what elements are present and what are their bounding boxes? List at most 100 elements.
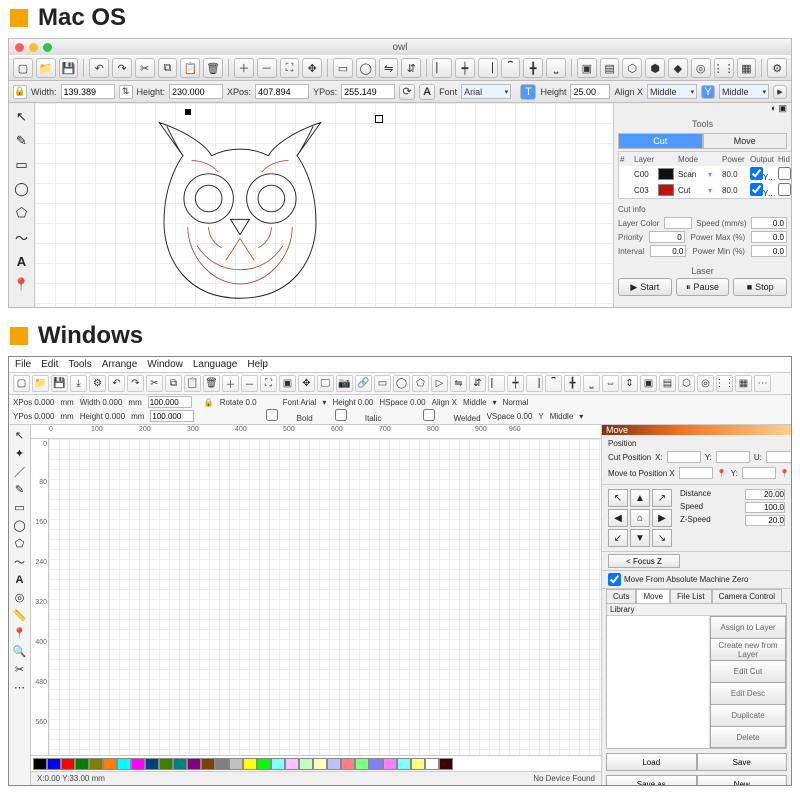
edit-desc-button[interactable]: Edit Desc [710,682,786,704]
aligny-icon[interactable]: Y [701,85,715,99]
nest-icon[interactable]: ▦ [735,375,752,392]
jog-se-icon[interactable]: ↘ [652,529,672,547]
panel-expand-icon[interactable]: ▣ [778,103,787,117]
settings-icon[interactable]: ⚙ [767,58,787,78]
menu-window[interactable]: Window [147,359,183,370]
draw-box-icon[interactable]: ▭ [333,58,353,78]
new-icon[interactable]: ▢ [13,375,30,392]
ungroup-icon[interactable]: ▤ [600,58,620,78]
rotate-icon[interactable]: ⟳ [399,84,415,100]
jog-speed-input[interactable] [745,502,785,513]
array-icon[interactable]: ⋮⋮ [714,58,734,78]
canvas[interactable] [35,103,613,307]
palette-swatch[interactable] [285,758,299,770]
moveto-x-input[interactable] [679,467,713,479]
mirror-v-icon[interactable]: ⇵ [469,375,486,392]
font-select[interactable]: Arial [461,84,511,99]
assign-layer-button[interactable]: Assign to Layer [710,616,786,638]
jog-sw-icon[interactable]: ↙ [608,529,628,547]
absolute-zero-check[interactable] [608,573,621,586]
node-tool-icon[interactable]: ✦ [11,445,28,462]
text-height-icon[interactable]: T [520,84,536,100]
polygon-tool-icon[interactable]: ⬠ [12,203,32,223]
marker-tool-icon[interactable]: 📍 [12,275,32,295]
palette-swatch[interactable] [173,758,187,770]
offset-icon[interactable]: ◎ [691,58,711,78]
bool-intersect-icon[interactable]: ◆ [668,58,688,78]
pause-button[interactable]: ⏸Pause [676,278,730,296]
width-input[interactable] [61,84,115,99]
rect-tool-icon[interactable]: ▭ [12,155,32,175]
zoom-out-icon[interactable]: － [257,58,277,78]
pen-tool-icon[interactable]: ✎ [11,481,28,498]
align-right-icon[interactable]: ⎹ [478,58,498,78]
palette-swatch[interactable] [229,758,243,770]
copy-icon[interactable]: ⧉ [158,58,178,78]
jog-down-icon[interactable]: ▼ [630,529,650,547]
palette-swatch[interactable] [61,758,75,770]
focus-button[interactable]: < Focus Z [608,554,680,568]
palette-swatch[interactable] [75,758,89,770]
palette-swatch[interactable] [117,758,131,770]
aligny-select[interactable]: Middle [719,84,769,99]
save-icon[interactable]: 💾 [51,375,68,392]
layer-color-box[interactable] [664,217,692,229]
palette-swatch[interactable] [299,758,313,770]
stop-button[interactable]: ■Stop [733,278,787,296]
mirror-h-icon[interactable]: ⇋ [379,58,399,78]
pen-tool-icon[interactable]: ✎ [12,131,32,151]
palette-swatch[interactable] [47,758,61,770]
xpos-input[interactable] [255,84,309,99]
measure-tool-icon[interactable]: 📏 [11,607,28,624]
more-tool-icon[interactable]: ⋯ [11,679,28,696]
moveto-y-input[interactable] [742,467,776,479]
jog-right-icon[interactable]: ▶ [652,509,672,527]
camera-icon[interactable]: 📷 [336,375,353,392]
layer-mode[interactable]: Cut [678,186,690,195]
bold-check[interactable] [250,409,294,421]
tab-camera[interactable]: Camera Control [712,589,782,603]
draw-circle-icon[interactable]: ◯ [393,375,410,392]
scale-input[interactable] [148,396,192,408]
crop-tool-icon[interactable]: ✂ [11,661,28,678]
bool-subtract-icon[interactable]: ⬢ [645,58,665,78]
palette-swatch[interactable] [355,758,369,770]
cut-icon[interactable]: ✂ [146,375,163,392]
undo-icon[interactable]: ↶ [89,58,109,78]
grid-icon[interactable]: ▦ [737,58,757,78]
layer-row[interactable]: C00 Scan ▾ 80.0 Yes [619,166,791,182]
menu-language[interactable]: Language [193,359,238,370]
palette-swatch[interactable] [271,758,285,770]
undo-icon[interactable]: ↶ [108,375,125,392]
normal-label[interactable]: Normal [503,398,529,407]
draw-rect-icon[interactable]: ▭ [374,375,391,392]
draw-poly-icon[interactable]: ⬠ [412,375,429,392]
paste-icon[interactable]: 📋 [180,58,200,78]
align-center-icon[interactable]: ┿ [507,375,524,392]
load-button[interactable]: Load [606,753,697,771]
align-middle-icon[interactable]: ╋ [523,58,543,78]
layer-mode[interactable]: Scan [678,170,696,179]
menu-file[interactable]: File [15,359,31,370]
tab-move[interactable]: Move [636,589,670,603]
layer-hide-check[interactable] [778,183,791,196]
save-icon[interactable]: 💾 [59,58,79,78]
height-input[interactable] [169,84,223,99]
layer-hide-check[interactable] [778,167,791,180]
create-from-layer-button[interactable]: Create new from Layer [710,638,786,660]
mirror-h-icon[interactable]: ⇋ [450,375,467,392]
jog-home-icon[interactable]: ⌂ [630,509,650,527]
ungroup-icon[interactable]: ▤ [659,375,676,392]
layer-row[interactable]: C03 Cut ▾ 80.0 Yes [619,182,791,198]
palette-swatch[interactable] [397,758,411,770]
pmin-input[interactable] [751,245,787,257]
polygon-tool-icon[interactable]: ⬠ [11,535,28,552]
edit-cut-button[interactable]: Edit Cut [710,660,786,682]
palette-swatch[interactable] [327,758,341,770]
layer-power[interactable]: 80.0 [721,186,749,195]
pmax-input[interactable] [751,231,787,243]
link-icon[interactable]: 🔗 [355,375,372,392]
layer-color-swatch[interactable] [658,168,674,180]
align-left-icon[interactable]: ⎸ [432,58,452,78]
zoom-in-icon[interactable]: ＋ [222,375,239,392]
